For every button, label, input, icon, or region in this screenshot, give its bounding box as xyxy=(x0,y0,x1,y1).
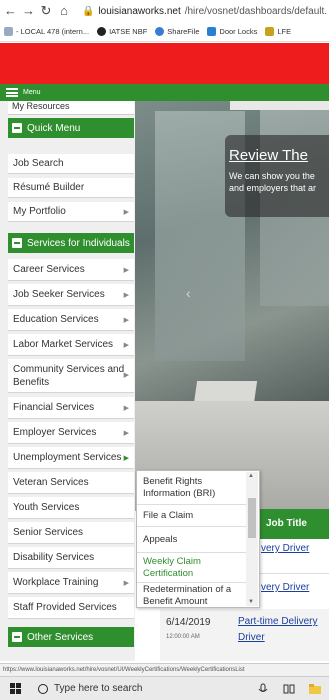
sidebar-item-disability-services[interactable]: Disability Services xyxy=(8,547,134,569)
sidebar-item-my-resources[interactable]: My Resources xyxy=(8,101,134,115)
task-view-icon[interactable] xyxy=(283,683,295,695)
url-field[interactable]: 🔒 louisianaworks.net/hire/vosnet/dashboa… xyxy=(82,6,327,17)
chevron-right-icon: ▶ xyxy=(123,291,129,299)
sidebar-item-financial-services[interactable]: Financial Services ▶ xyxy=(8,397,134,419)
search-icon xyxy=(38,683,48,694)
sidebar-item-resume-builder[interactable]: Résumé Builder xyxy=(8,178,134,198)
bookmark-iatse[interactable]: IATSE NBF xyxy=(97,27,147,36)
row-date: 6/14/2019 xyxy=(166,617,211,628)
home-icon[interactable]: ⌂ xyxy=(58,4,70,18)
lock-icon: 🔒 xyxy=(82,5,95,17)
table-header-job-title[interactable]: Job Title xyxy=(266,518,307,529)
windows-taskbar: Type here to search xyxy=(0,676,329,700)
chevron-right-icon: ▶ xyxy=(123,579,129,587)
flyout-item-redetermination[interactable]: Redetermination of a Benefit Amount xyxy=(137,583,247,609)
other-services-header[interactable]: Other Services xyxy=(8,627,134,647)
flyout-item-weekly-claim[interactable]: Weekly Claim Certification xyxy=(137,553,247,583)
sidebar-item-labor-market-services[interactable]: Labor Market Services ▶ xyxy=(8,334,134,356)
bookmark-sharefile[interactable]: ShareFile xyxy=(155,27,199,36)
chevron-right-icon: ▶ xyxy=(123,341,129,349)
start-button[interactable] xyxy=(0,677,30,700)
reload-icon[interactable]: ↻ xyxy=(40,4,52,18)
job-link[interactable]: very Driver xyxy=(261,543,309,554)
sidebar-item-workplace-training[interactable]: Workplace Training ▶ xyxy=(8,572,134,594)
bookmarks-bar: - LOCAL 478 (intern... IATSE NBF ShareFi… xyxy=(0,22,329,42)
job-link[interactable]: Driver xyxy=(238,632,265,643)
sidebar-item-senior-services[interactable]: Senior Services xyxy=(8,522,134,544)
flyout-item-bri[interactable]: Benefit Rights Information (BRI) xyxy=(137,471,247,505)
bookmark-icon xyxy=(97,27,107,36)
services-individuals-header[interactable]: Services for Individuals xyxy=(8,233,134,253)
unemployment-services-flyout: Benefit Rights Information (BRI) File a … xyxy=(136,470,260,608)
chevron-right-icon: ▶ xyxy=(123,454,129,462)
bookmark-local-478[interactable]: - LOCAL 478 (intern... xyxy=(4,27,89,36)
sidebar-item-employer-services[interactable]: Employer Services ▶ xyxy=(8,422,134,444)
sidebar-item-job-seeker-services[interactable]: Job Seeker Services ▶ xyxy=(8,284,134,306)
row-time: 12:00:00 AM xyxy=(166,634,200,640)
quick-menu-header[interactable]: Quick Menu xyxy=(8,118,134,138)
sidebar-item-staff-provided-services[interactable]: Staff Provided Services xyxy=(8,597,134,619)
hero-title-link[interactable]: Review The xyxy=(229,147,329,164)
job-link[interactable]: very Driver xyxy=(261,582,309,593)
sidebar-item-education-services[interactable]: Education Services ▶ xyxy=(8,309,134,331)
chevron-right-icon: ▶ xyxy=(123,429,129,437)
sidebar-item-job-search[interactable]: Job Search xyxy=(8,154,134,174)
sidebar-item-veteran-services[interactable]: Veteran Services xyxy=(8,472,134,494)
bookmark-icon xyxy=(155,27,165,36)
taskbar-search[interactable]: Type here to search xyxy=(30,677,190,700)
menu-bar[interactable]: Menu xyxy=(0,84,329,101)
collapse-icon[interactable] xyxy=(12,123,22,133)
forward-arrow-icon[interactable]: → xyxy=(22,4,35,18)
bookmark-icon xyxy=(4,27,13,36)
bookmark-lfe[interactable]: LFE xyxy=(265,27,291,36)
carousel-prev-icon[interactable]: ‹ xyxy=(186,285,191,301)
url-path: /hire/vosnet/dashboards/default. xyxy=(184,5,328,17)
chevron-right-icon: ▶ xyxy=(123,208,129,216)
chevron-right-icon: ▶ xyxy=(123,404,129,412)
microphone-icon[interactable] xyxy=(257,683,269,695)
chevron-right-icon: ▶ xyxy=(123,266,129,274)
windows-logo-icon xyxy=(9,683,21,694)
hero-caption: Review The We can show you the and emplo… xyxy=(225,135,329,217)
browser-address-bar: ← → ↻ ⌂ 🔒 louisianaworks.net/hire/vosnet… xyxy=(0,0,329,22)
sidebar-item-community-services[interactable]: Community Services and Benefits ▶ xyxy=(8,359,134,393)
file-explorer-icon[interactable] xyxy=(309,683,321,695)
url-host: louisianaworks.net xyxy=(98,5,181,17)
sidebar-item-my-portfolio[interactable]: My Portfolio ▶ xyxy=(8,202,134,222)
hero-top-strip xyxy=(230,101,329,110)
scrollbar-thumb[interactable] xyxy=(248,498,256,538)
bookmark-door-locks[interactable]: Door Locks xyxy=(207,27,257,36)
collapse-icon[interactable] xyxy=(12,632,22,642)
scroll-up-icon[interactable]: ▲ xyxy=(248,473,254,479)
sidebar-item-career-services[interactable]: Career Services ▶ xyxy=(8,259,134,281)
collapse-icon[interactable] xyxy=(12,238,22,248)
bookmark-icon xyxy=(265,27,275,36)
sidebar-item-unemployment-services[interactable]: Unemployment Services ▶ xyxy=(8,447,134,469)
flyout-scrollbar[interactable]: ▲ ▼ xyxy=(246,472,258,606)
job-link[interactable]: Part-time Delivery xyxy=(238,616,317,627)
bookmark-icon xyxy=(207,27,217,36)
chevron-right-icon: ▶ xyxy=(123,316,129,324)
hero-subtitle: We can show you the and employers that a… xyxy=(229,171,317,193)
site-header-banner xyxy=(0,43,329,84)
flyout-item-file-claim[interactable]: File a Claim xyxy=(137,505,247,527)
back-arrow-icon[interactable]: ← xyxy=(4,4,17,18)
status-bar-url: https://www.louisianaworks.net/hire/vosn… xyxy=(0,663,329,676)
hamburger-icon[interactable] xyxy=(6,88,18,97)
flyout-item-appeals[interactable]: Appeals xyxy=(137,527,247,553)
menu-label[interactable]: Menu xyxy=(23,89,41,96)
chevron-right-icon: ▶ xyxy=(123,372,129,379)
sidebar-item-youth-services[interactable]: Youth Services xyxy=(8,497,134,519)
scroll-down-icon[interactable]: ▼ xyxy=(248,599,254,605)
